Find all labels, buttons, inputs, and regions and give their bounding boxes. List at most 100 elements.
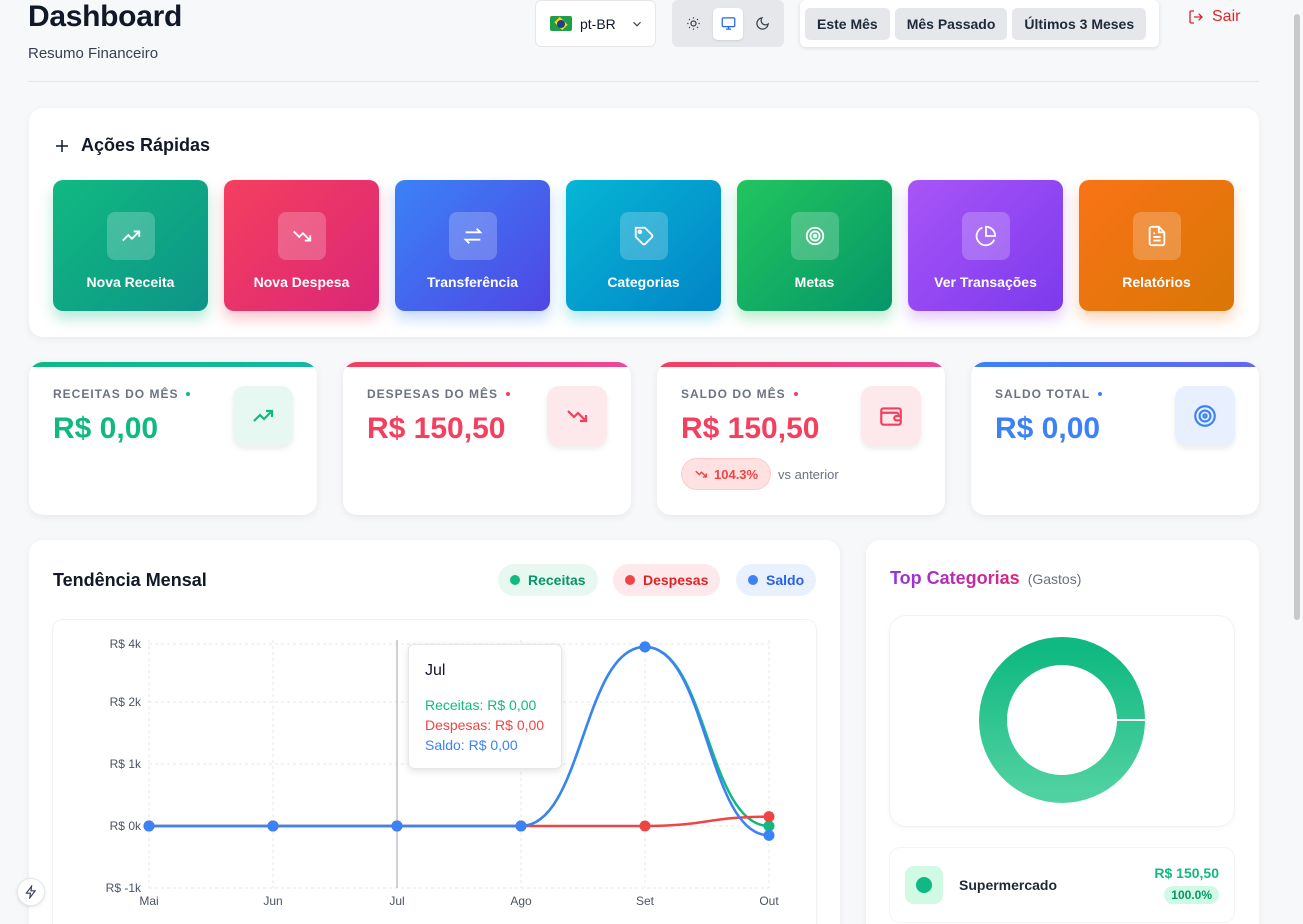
- language-select[interactable]: pt-BR: [535, 0, 656, 47]
- data-point-despesas: [639, 820, 651, 832]
- x-tick-label: Set: [636, 894, 655, 908]
- data-point-saldo: [763, 829, 775, 841]
- category-item[interactable]: Supermercado R$ 150,50 100.0%: [890, 848, 1234, 922]
- stat-accent-bar: [343, 362, 631, 367]
- plus-icon: [56, 139, 68, 152]
- brazil-flag-icon: [550, 16, 572, 31]
- action-nova-receita-button[interactable]: Nova Receita: [53, 180, 208, 311]
- file-text-icon: [1133, 212, 1181, 260]
- wallet-icon: [861, 386, 921, 446]
- categories-donut-chart[interactable]: [890, 616, 1234, 826]
- y-tick-label: R$ 0k: [110, 819, 142, 833]
- trend-chart[interactable]: R$ 4k R$ 2k R$ 1k R$ 0k R$ -1k Mai Jun Jul Ago Se…: [53, 620, 816, 924]
- tooltip-saldo: Saldo: R$ 0,00: [425, 737, 518, 753]
- stat-card-saldo-total: SALDO TOTAL R$ 0,00: [971, 362, 1259, 515]
- action-label: Transferência: [426, 274, 519, 290]
- trending-up-icon: [233, 386, 293, 446]
- period-last-month-button[interactable]: Mês Passado: [894, 7, 1008, 40]
- logout-button[interactable]: Sair: [1188, 8, 1240, 26]
- x-tick-label: Jun: [263, 894, 282, 908]
- category-name: Supermercado: [959, 877, 1058, 893]
- bolt-icon: [25, 885, 37, 899]
- legend-saldo[interactable]: Saldo: [736, 564, 817, 596]
- stat-accent-bar: [29, 362, 317, 367]
- page-subtitle: Resumo Financeiro: [28, 45, 159, 62]
- categories-title: Top Categorias (Gastos): [890, 568, 1082, 588]
- chevron-down-icon: [632, 21, 641, 27]
- data-point-despesas: [763, 811, 775, 823]
- theme-system-button[interactable]: [712, 7, 744, 40]
- sun-icon: [687, 17, 700, 30]
- quick-actions-list: Nova Receita Nova Despesa Transferência …: [53, 180, 1234, 311]
- category-percent: 100.0%: [1164, 886, 1219, 904]
- category-color-icon: [905, 866, 943, 904]
- data-point-saldo: [143, 820, 155, 832]
- action-transferencia-button[interactable]: Transferência: [395, 180, 550, 311]
- data-point-saldo: [639, 641, 651, 653]
- action-label: Metas: [794, 274, 835, 290]
- category-amount: R$ 150,50: [1154, 865, 1219, 881]
- action-relatorios-button[interactable]: Relatórios: [1079, 180, 1234, 311]
- tooltip-despesas: Despesas: R$ 0,00: [425, 717, 545, 733]
- legend-despesas[interactable]: Despesas: [613, 564, 721, 596]
- data-point-saldo: [391, 820, 403, 832]
- quick-actions-title: Ações Rápidas: [53, 135, 210, 156]
- chart-title: Tendência Mensal: [53, 570, 207, 590]
- x-tick-label: Jul: [389, 894, 404, 908]
- trending-down-icon: [695, 470, 707, 478]
- series-line-despesas: [149, 815, 770, 828]
- legend-receitas[interactable]: Receitas: [498, 564, 598, 596]
- scrollbar-thumb[interactable]: [1294, 14, 1300, 620]
- trend-badge: 104.3%: [681, 458, 772, 490]
- quick-actions-card: Ações Rápidas Nova Receita Nova Despesa …: [29, 108, 1259, 337]
- action-label: Nova Despesa: [253, 274, 350, 290]
- trending-down-icon: [547, 386, 607, 446]
- action-label: Relatórios: [1122, 274, 1191, 290]
- stat-value: R$ 0,00: [995, 412, 1101, 445]
- theme-dark-button[interactable]: [747, 8, 778, 40]
- dev-tools-button[interactable]: [17, 878, 45, 906]
- action-nova-despesa-button[interactable]: Nova Despesa: [224, 180, 379, 311]
- pie-chart-icon: [962, 212, 1010, 260]
- trending-down-icon: [278, 212, 326, 260]
- y-tick-label: R$ 2k: [110, 695, 142, 709]
- stat-accent-bar: [971, 362, 1259, 367]
- trending-up-icon: [107, 212, 155, 260]
- period-this-month-button[interactable]: Este Mês: [805, 7, 890, 40]
- moon-icon: [756, 17, 770, 30]
- stat-value: R$ 0,00: [53, 412, 159, 445]
- stat-label: DESPESAS DO MÊS: [367, 387, 511, 401]
- y-tick-label: R$ 4k: [110, 637, 142, 651]
- y-tick-label: R$ -1k: [106, 881, 142, 895]
- action-categorias-button[interactable]: Categorias: [566, 180, 721, 311]
- action-metas-button[interactable]: Metas: [737, 180, 892, 311]
- trend-caption: vs anterior: [778, 467, 839, 482]
- top-categories-card: Top Categorias (Gastos) Supermercado R$ …: [866, 540, 1259, 924]
- language-value: pt-BR: [580, 15, 616, 32]
- action-label: Nova Receita: [86, 274, 175, 290]
- donut-svg: [979, 637, 1146, 803]
- stat-value: R$ 150,50: [367, 412, 506, 445]
- period-last-3-months-button[interactable]: Últimos 3 Meses: [1012, 7, 1147, 40]
- stat-card-receitas: RECEITAS DO MÊS R$ 0,00: [29, 362, 317, 515]
- scrollbar[interactable]: [1291, 0, 1303, 924]
- x-tick-label: Ago: [510, 894, 532, 908]
- chart-tooltip: Jul Receitas: R$ 0,00 Despesas: R$ 0,00 …: [408, 644, 562, 769]
- action-label: Ver Transações: [934, 274, 1037, 290]
- stat-label: RECEITAS DO MÊS: [53, 387, 191, 401]
- theme-light-button[interactable]: [678, 8, 709, 40]
- arrows-exchange-icon: [449, 212, 497, 260]
- y-tick-label: R$ 1k: [110, 757, 142, 771]
- stat-value: R$ 150,50: [681, 412, 820, 445]
- period-filter: Este Mês Mês Passado Últimos 3 Meses: [800, 0, 1159, 47]
- data-point-saldo: [515, 820, 527, 832]
- target-icon: [791, 212, 839, 260]
- logout-icon: [1189, 10, 1203, 24]
- x-tick-label: Out: [759, 894, 779, 908]
- tooltip-title: Jul: [425, 662, 446, 679]
- data-point-saldo: [267, 820, 279, 832]
- monthly-trend-card: Tendência Mensal Receitas Despesas Saldo…: [29, 540, 840, 924]
- tooltip-receitas: Receitas: R$ 0,00: [425, 697, 537, 713]
- action-ver-transacoes-button[interactable]: Ver Transações: [908, 180, 1063, 311]
- x-tick-label: Mai: [139, 894, 158, 908]
